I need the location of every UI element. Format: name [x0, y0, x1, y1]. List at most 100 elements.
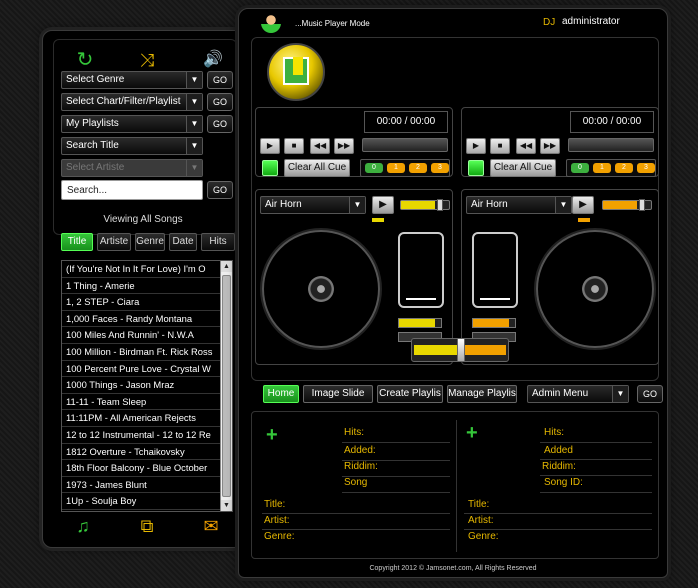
image-slide-button[interactable]: Image Slide — [303, 385, 373, 403]
playlists-select[interactable]: My Playlists ▼ — [61, 115, 203, 133]
deck-b-effect-select[interactable]: Air Horn ▼ — [466, 196, 572, 214]
scroll-up-icon[interactable]: ▲ — [221, 261, 232, 272]
chart-select[interactable]: Select Chart/Filter/Playlist ▼ — [61, 93, 203, 111]
mail-icon[interactable]: ✉ — [199, 515, 223, 537]
list-item[interactable]: 1812 Overture - Tchaikovsky — [62, 444, 220, 461]
tab-genre[interactable]: Genre — [135, 233, 165, 251]
chevron-down-icon: ▼ — [186, 116, 202, 132]
deck-a-effect-play-button[interactable]: ▶ — [372, 196, 394, 214]
genre-go-button[interactable]: GO — [207, 71, 233, 89]
admin-go-button[interactable]: GO — [637, 385, 663, 403]
home-button[interactable]: Home — [263, 385, 299, 403]
list-item[interactable]: 11-11 - Team Sleep — [62, 394, 220, 411]
list-item[interactable]: 1Up - Soulja Boy — [62, 493, 220, 510]
deck-b-forward-button[interactable]: ▶▶ — [540, 138, 560, 154]
deck-b-effect-play-button[interactable]: ▶ — [572, 196, 594, 214]
deck-a-effect-volume[interactable] — [400, 199, 450, 211]
deck-a-cue-0[interactable]: 0 — [365, 163, 383, 173]
playlists-go-button[interactable]: GO — [207, 115, 233, 133]
search-title-select[interactable]: Search Title ▼ — [61, 137, 203, 155]
deck-a-effect-select[interactable]: Air Horn ▼ — [260, 196, 366, 214]
deck-a-cue-1[interactable]: 1 — [387, 163, 405, 173]
deck-b-effect-volume[interactable] — [602, 199, 652, 211]
deck-b-volume-slider[interactable] — [472, 318, 516, 328]
deck-a-rewind-button[interactable]: ◀◀ — [310, 138, 330, 154]
deck-b-progress[interactable] — [568, 138, 654, 152]
deck-b-cue-1[interactable]: 1 — [593, 163, 611, 173]
deck-a-cue-2[interactable]: 2 — [409, 163, 427, 173]
shuffle-icon[interactable]: ⤨ — [132, 48, 162, 72]
chart-go-button[interactable]: GO — [207, 93, 233, 111]
list-item[interactable]: (If You're Not In It For Love) I'm O — [62, 261, 220, 278]
scroll-down-icon[interactable]: ▼ — [221, 500, 232, 511]
genre-select-label: Select Genre — [66, 74, 125, 85]
tab-hits[interactable]: Hits — [201, 233, 235, 251]
main-nav: Home Image Slide Create Playlis Manage P… — [263, 385, 663, 405]
share-icon[interactable]: ⧉ — [135, 515, 159, 537]
deck-b-genre-label: Genre: — [468, 531, 499, 542]
deck-a-play-button[interactable]: ▶ — [260, 138, 280, 154]
deck-b-cue-3[interactable]: 3 — [637, 163, 655, 173]
list-item[interactable]: 12 to 12 Instrumental - 12 to 12 Re — [62, 427, 220, 444]
deck-a-clear-cue-button[interactable]: Clear All Cue — [284, 159, 350, 177]
create-playlist-button[interactable]: Create Playlis — [377, 385, 443, 403]
deck-b-cue-2[interactable]: 2 — [615, 163, 633, 173]
deck-b-clear-cue-button[interactable]: Clear All Cue — [490, 159, 556, 177]
list-item[interactable]: 18th Floor Balcony - Blue October — [62, 460, 220, 477]
list-item[interactable]: 1,000 Faces - Randy Montana — [62, 311, 220, 328]
admin-menu-label: Admin Menu — [532, 388, 589, 399]
deck-b-stop-button[interactable]: ■ — [490, 138, 510, 154]
list-item[interactable]: 100 Miles And Runnin' - N.W.A — [62, 327, 220, 344]
song-list-scrollbar[interactable]: ▲ ▼ — [220, 261, 232, 511]
chart-select-label: Select Chart/Filter/Playlist — [66, 96, 181, 107]
search-input[interactable]: Search... — [61, 180, 203, 200]
deck-a-pitch-display — [398, 232, 444, 308]
scrollbar-thumb[interactable] — [222, 275, 231, 497]
deck-a-title-label: Title: — [264, 499, 286, 510]
song-sort-tabs: Title Artiste Genre Date Hits — [55, 233, 237, 253]
add-icon[interactable]: + — [266, 425, 278, 445]
list-item[interactable]: 1 Thing - Amerie — [62, 278, 220, 295]
player-panel: ...Music Player Mode DJ administrator 00… — [238, 8, 668, 578]
artiste-select-label: Select Artiste — [66, 162, 125, 173]
deck-a-progress[interactable] — [362, 138, 448, 152]
deck-a-turntable[interactable] — [262, 230, 380, 348]
music-note-icon[interactable]: ♫ — [71, 515, 95, 537]
deck-a-volume-slider[interactable] — [398, 318, 442, 328]
add-icon[interactable]: + — [466, 423, 478, 443]
deck-a-forward-button[interactable]: ▶▶ — [334, 138, 354, 154]
deck-a-stop-button[interactable]: ■ — [284, 138, 304, 154]
song-list[interactable]: (If You're Not In It For Love) I'm O 1 T… — [61, 260, 233, 512]
list-item[interactable]: 1000 Things - Jason Mraz — [62, 377, 220, 394]
deck-b-rewind-button[interactable]: ◀◀ — [516, 138, 536, 154]
crossfader[interactable] — [411, 338, 509, 362]
list-item[interactable]: 100 Million - Birdman Ft. Rick Ross — [62, 344, 220, 361]
deck-a-artist-label: Artist: — [264, 515, 290, 526]
admin-menu-select[interactable]: Admin Menu ▼ — [527, 385, 629, 403]
chevron-down-icon: ▼ — [186, 94, 202, 110]
list-item[interactable]: 1973 - James Blunt — [62, 477, 220, 494]
playlists-select-label: My Playlists — [66, 118, 119, 129]
chevron-down-icon: ▼ — [555, 197, 571, 213]
deck-a-cue-3[interactable]: 3 — [431, 163, 449, 173]
list-item[interactable]: 1, 2 STEP - Ciara — [62, 294, 220, 311]
chevron-down-icon: ▼ — [186, 72, 202, 88]
tab-artiste[interactable]: Artiste — [97, 233, 131, 251]
search-go-button[interactable]: GO — [207, 181, 233, 199]
deck-b-artist-label: Artist: — [468, 515, 494, 526]
deck-a-cue-toggle[interactable] — [262, 160, 278, 176]
volume-icon[interactable]: 🔊 — [198, 48, 228, 72]
deck-b-turntable[interactable] — [536, 230, 654, 348]
manage-playlist-button[interactable]: Manage Playlis — [447, 385, 517, 403]
tab-title[interactable]: Title — [61, 233, 93, 251]
crossfader-knob[interactable] — [457, 338, 465, 362]
refresh-icon[interactable]: ↻ — [70, 48, 100, 72]
deck-b-play-button[interactable]: ▶ — [466, 138, 486, 154]
list-item[interactable]: 11:11PM - All American Rejects — [62, 410, 220, 427]
list-item[interactable]: 100 Percent Pure Love - Crystal W — [62, 361, 220, 378]
tab-date[interactable]: Date — [169, 233, 197, 251]
genre-select[interactable]: Select Genre ▼ — [61, 71, 203, 89]
deck-b-cue-0[interactable]: 0 — [571, 163, 589, 173]
deck-b-cue-toggle[interactable] — [468, 160, 484, 176]
deck-a-genre-label: Genre: — [264, 531, 295, 542]
